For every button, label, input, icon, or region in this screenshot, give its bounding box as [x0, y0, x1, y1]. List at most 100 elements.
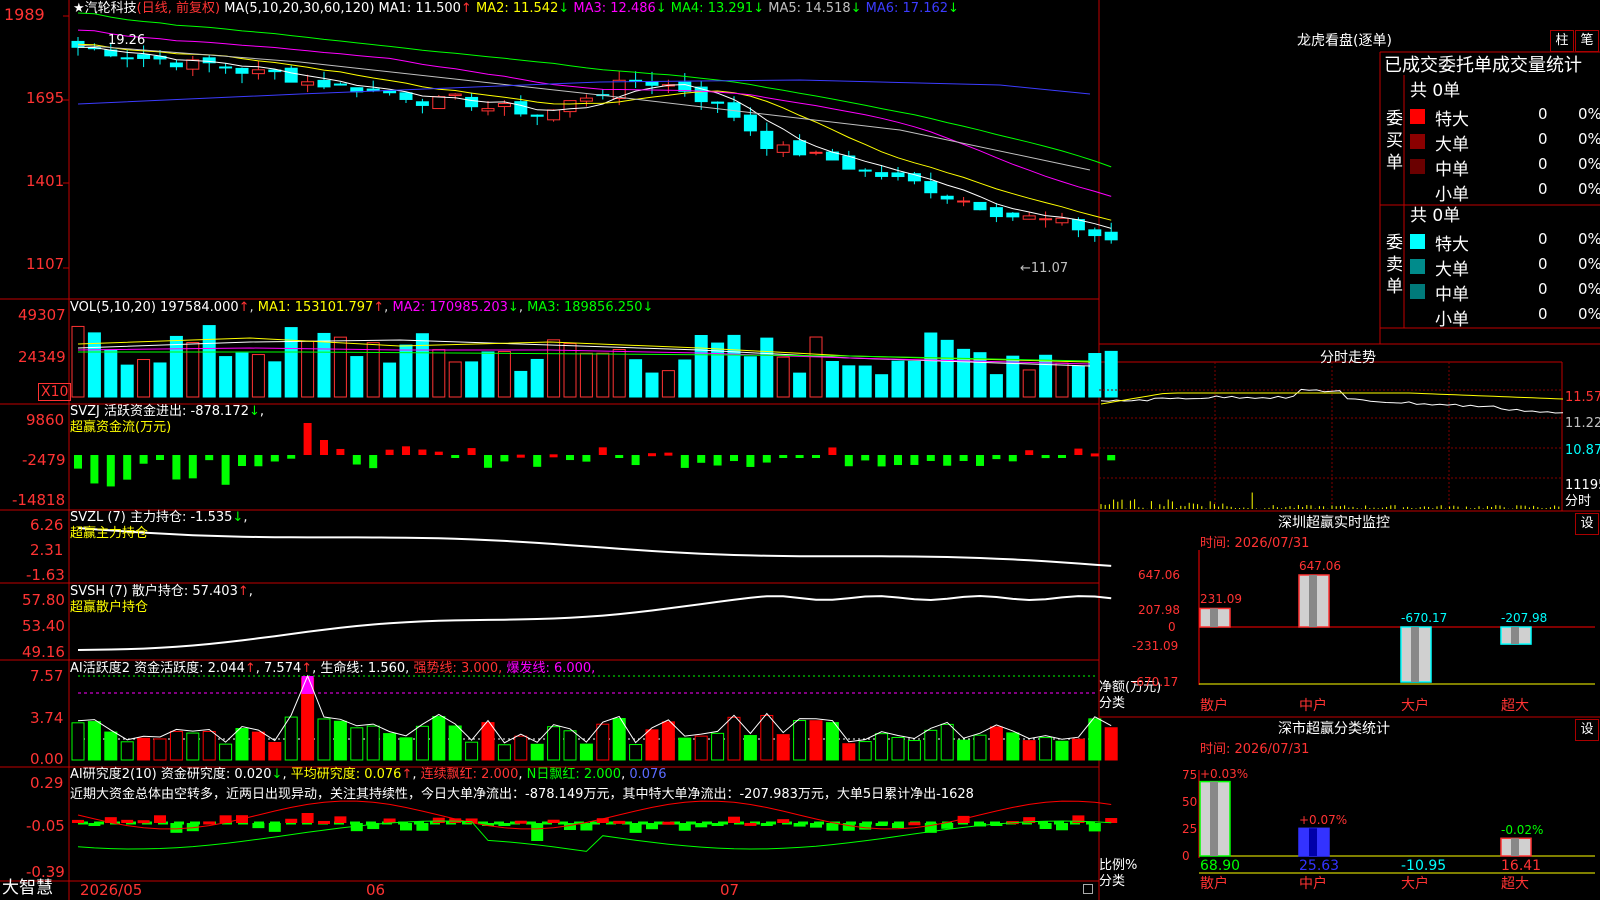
color-swatch	[1410, 134, 1425, 149]
activity-bar	[120, 741, 134, 761]
candle-body	[973, 201, 987, 211]
sz-monitor-settings-button[interactable]: 设	[1575, 513, 1599, 535]
research-bar	[498, 823, 511, 826]
activity-bar	[612, 718, 626, 761]
volume-bar	[333, 336, 347, 398]
volume-bar	[1039, 354, 1053, 398]
vol-unit-badge[interactable]: X10	[38, 383, 72, 401]
intraday-axis-tick: 11.22	[1565, 416, 1600, 431]
activity-bar	[727, 716, 741, 761]
candle-body	[317, 79, 331, 88]
activity-bar	[104, 731, 118, 761]
price-axis-tick: 1107	[26, 255, 65, 273]
volume-bar	[924, 332, 938, 398]
buy-total: 共 0单	[1410, 81, 1461, 101]
svzj-axis-tick: 9860	[26, 411, 65, 429]
research-bar	[908, 822, 921, 826]
research-bar	[629, 823, 642, 833]
flow-bar	[336, 448, 345, 455]
activity-bar	[645, 729, 659, 761]
flow-bar	[1008, 455, 1017, 462]
activity-bar	[530, 743, 544, 761]
activity-bar	[415, 725, 429, 761]
sz-class-category: 大户	[1401, 876, 1429, 892]
sz-monitor-category: 大户	[1401, 698, 1429, 714]
research-bar	[892, 823, 904, 829]
flow-bar	[598, 447, 607, 455]
research-bar	[170, 823, 183, 833]
research-bar	[88, 823, 101, 826]
flow-bar	[877, 455, 886, 467]
volume-bar	[301, 340, 315, 398]
flow-bar	[467, 448, 476, 455]
ai2-axis-tick: -0.05	[26, 817, 65, 835]
flow-bar	[287, 455, 296, 459]
high-price-label: 19.26	[108, 33, 146, 48]
svzj-label: SVZJ 活跃资金进出: -878.172↓,	[70, 404, 265, 419]
flow-bar	[238, 455, 246, 467]
activity-bar	[137, 737, 151, 761]
ma-value-2: MA2: 11.542↓	[471, 1, 570, 16]
volume-bar	[153, 362, 167, 398]
sz-class-bar-shade	[1309, 828, 1317, 856]
ai1-axis-tick: 0.00	[30, 750, 64, 768]
ma-value-1: MA1: 11.500↑	[378, 1, 472, 16]
ma-value-3: MA3: 12.486↓	[569, 1, 667, 16]
ma-value-6: MA6: 17.162↓	[861, 1, 959, 16]
volume-bar	[71, 325, 85, 398]
bar-mode-button[interactable]: 柱	[1550, 30, 1574, 52]
candle-body	[1055, 217, 1069, 224]
research-bar	[72, 819, 84, 823]
research-bar	[203, 821, 216, 825]
sz-class-bar-value: -10.95	[1401, 858, 1447, 874]
candle-body	[284, 67, 298, 83]
flow-bar	[516, 454, 525, 458]
vol-ma2: MA2: 170985.203	[392, 300, 508, 315]
research-bar	[777, 819, 790, 823]
tick-mode-button[interactable]: 笔	[1575, 30, 1599, 52]
flow-bar	[992, 455, 1001, 460]
lock-icon[interactable]	[1083, 884, 1093, 894]
activity-bar	[596, 723, 610, 761]
research-bar	[252, 823, 265, 829]
research-bar	[137, 820, 150, 824]
sz-class-bar-value: 68.90	[1200, 858, 1241, 874]
svsh-axis-tick: 57.80	[22, 591, 65, 609]
research-bar	[695, 823, 708, 828]
vol-axis-tick: 49307	[18, 306, 66, 324]
buy-order-label: 委买单	[1386, 109, 1403, 173]
order-row: 小单 0 0%	[1410, 180, 1600, 205]
flow-bar	[959, 455, 968, 461]
flow-bar	[746, 455, 755, 467]
sz-monitor-axis-tick: 207.98	[1138, 603, 1180, 618]
volume-bar	[743, 356, 757, 398]
sz-monitor-bar-shade	[1210, 608, 1218, 627]
activity-bar	[760, 714, 774, 761]
ma-value-5: MA5: 14.518↓	[764, 1, 862, 16]
sz-class-ylabel: 比例%	[1099, 858, 1138, 873]
flow-bar	[582, 455, 591, 462]
research-bar	[1039, 823, 1052, 829]
vol-label: VOL(5,10,20)	[70, 300, 156, 315]
activity-bar	[957, 739, 971, 761]
sell-order-label: 委卖单	[1386, 233, 1403, 297]
sz-class-settings-button[interactable]: 设	[1575, 719, 1599, 741]
activity-bar	[366, 725, 380, 761]
sz-monitor-bar-value: -207.98	[1501, 611, 1548, 625]
svzl-sub: 超赢主力持仓	[70, 526, 149, 541]
volume-bar	[120, 364, 134, 398]
flow-bar	[484, 455, 492, 468]
ai2-header: AI研究度2(10) 资金研究度: 0.020↓, 平均研究度: 0.076↑,…	[70, 767, 667, 782]
research-bar	[334, 816, 347, 823]
candle-body	[1104, 231, 1118, 241]
sz-monitor-bar-shade	[1511, 627, 1519, 645]
volume-bar	[169, 335, 183, 398]
research-bar	[760, 823, 773, 826]
retail-holding-line	[77, 594, 1112, 651]
sz-monitor-time: 时间: 2026/07/31	[1200, 536, 1310, 551]
candle-body	[793, 140, 807, 156]
volume-bar	[448, 361, 462, 398]
volume-bar	[596, 352, 610, 398]
color-swatch	[1410, 159, 1425, 174]
chart-canvas[interactable]	[0, 0, 1600, 900]
